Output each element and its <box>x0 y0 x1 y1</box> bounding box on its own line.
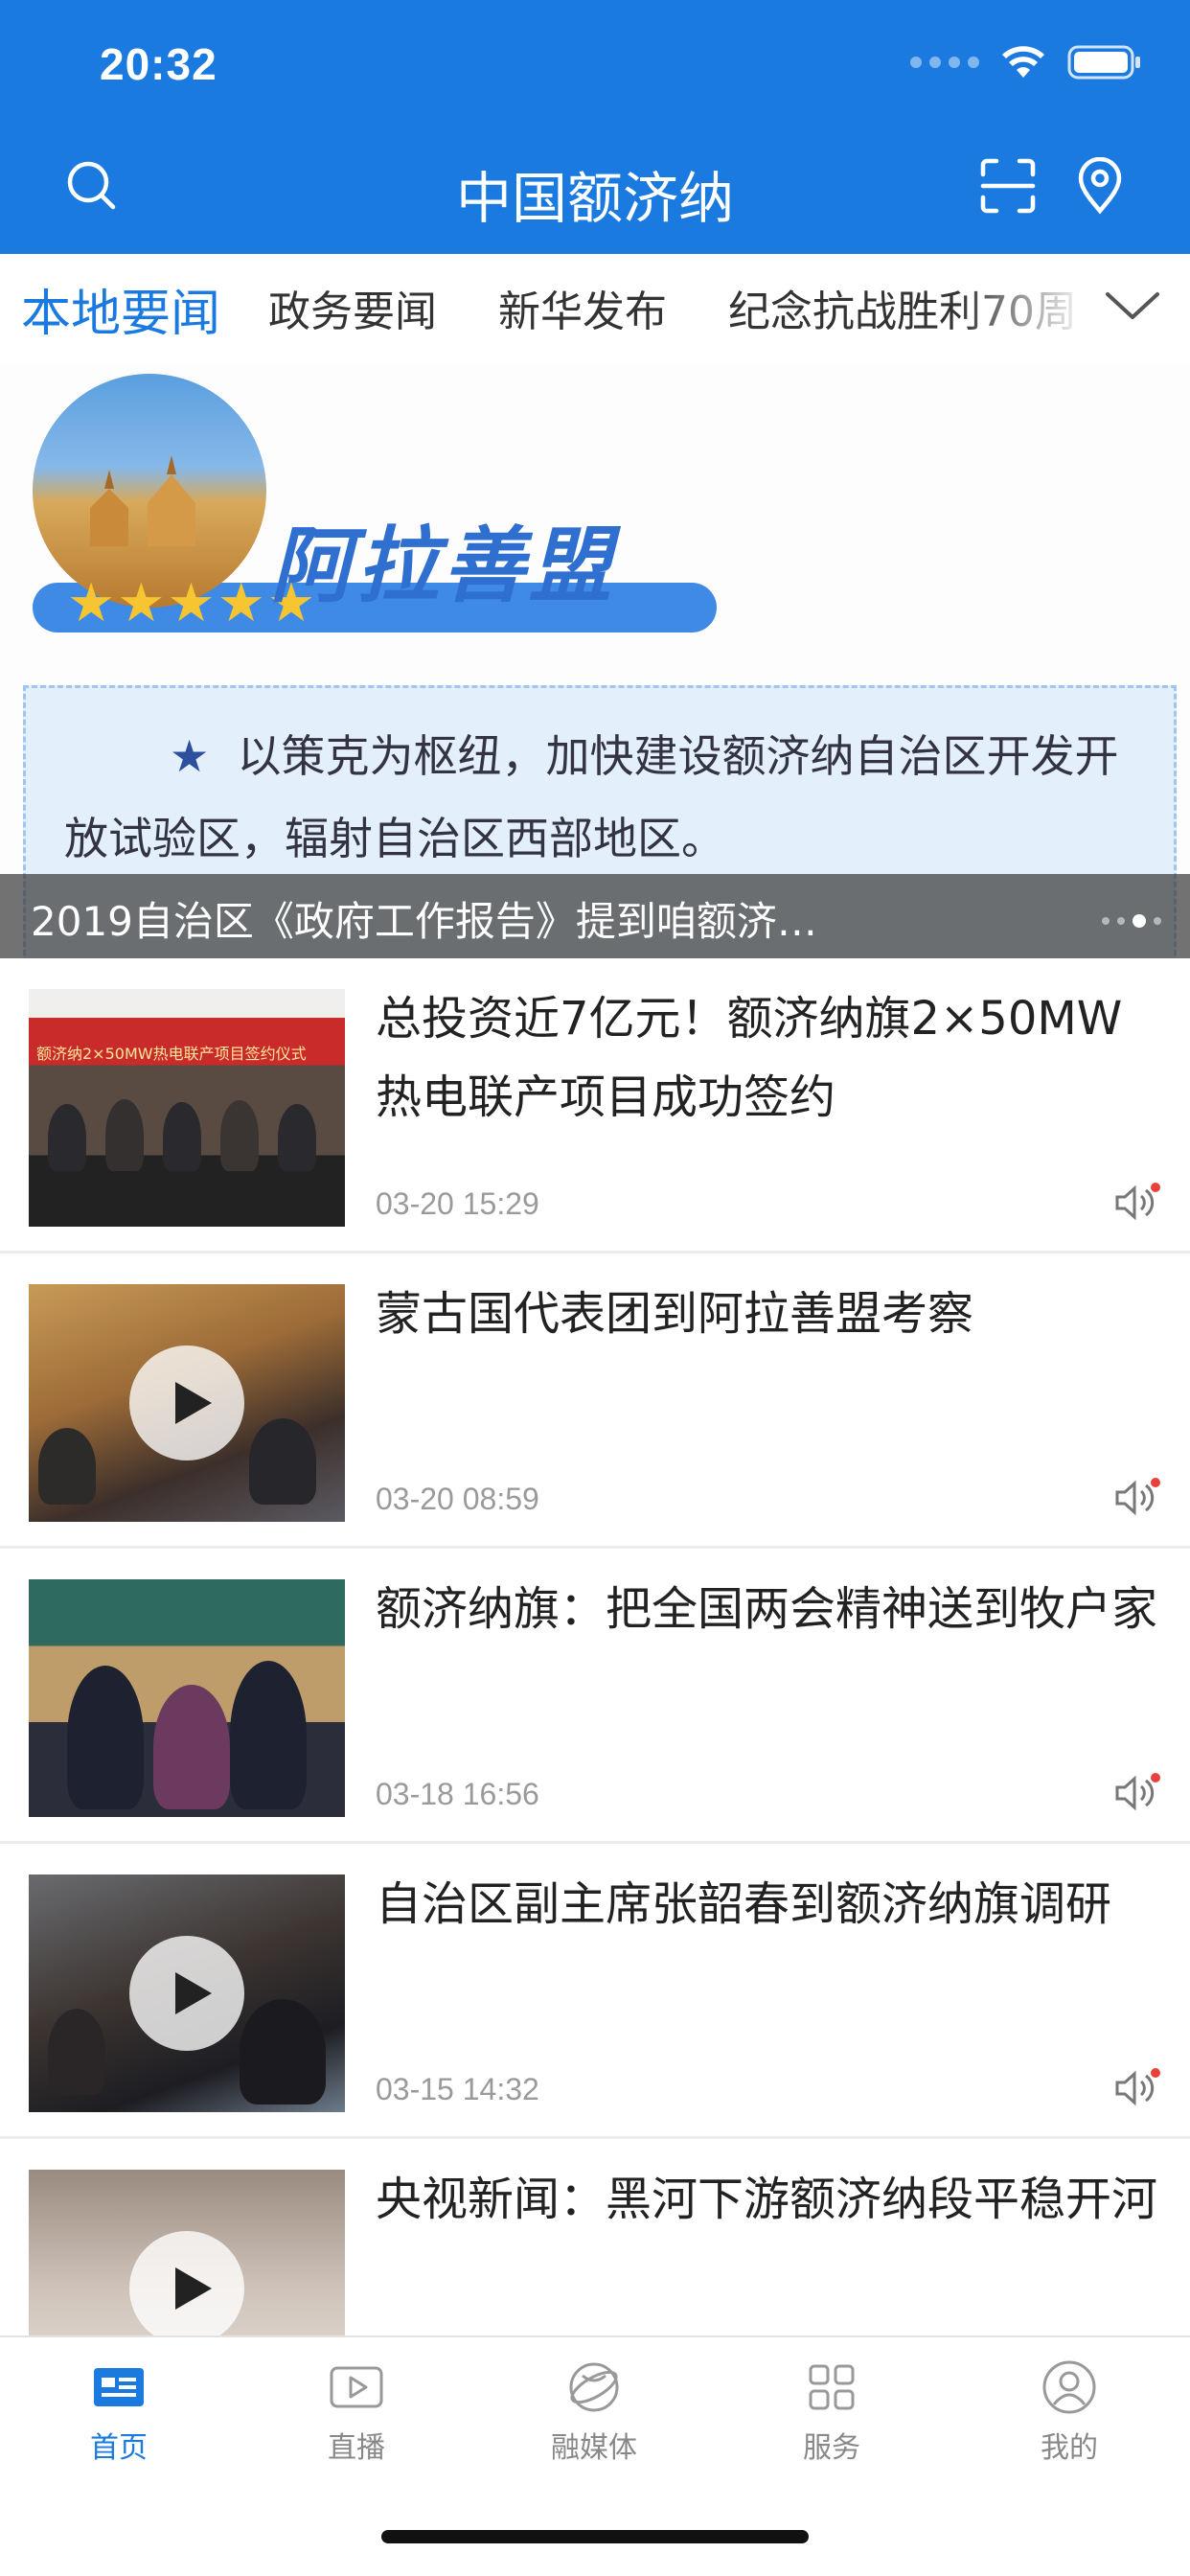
banner-quote-body: 以策克为枢纽，加快建设额济纳自治区开发开放试验区，辐射自治区西部地区。 <box>64 730 1119 864</box>
tabs-fade <box>958 254 1121 364</box>
location-pin-icon[interactable] <box>1071 156 1129 215</box>
speaker-icon[interactable] <box>1113 1771 1161 1815</box>
tabbar-label: 服务 <box>803 2431 860 2465</box>
carousel-indicator <box>1102 914 1161 928</box>
news-title: 央视新闻：黑河下游额济纳段平稳开河 <box>376 2173 1158 2226</box>
news-item[interactable]: 蒙古国代表团到阿拉善盟考察 03-20 08:59 <box>0 1254 1190 1549</box>
live-play-icon <box>330 2366 383 2408</box>
carousel-dot <box>1154 917 1161 925</box>
news-thumbnail <box>29 1874 345 2112</box>
play-icon[interactable] <box>129 2231 244 2346</box>
home-indicator[interactable] <box>381 2530 809 2543</box>
category-tabs: 本地要闻 政务要闻 新华发布 纪念抗战胜利70周 <box>0 254 1190 364</box>
news-item[interactable]: 额济纳2×50MW热电联产项目签约仪式 总投资近7亿元！额济纳旗2×50MW热电… <box>0 958 1190 1254</box>
play-icon[interactable] <box>129 1936 244 2051</box>
news-time: 03-15 14:32 <box>376 2072 539 2106</box>
news-item[interactable]: 额济纳旗：把全国两会精神送到牧户家 03-18 16:56 <box>0 1549 1190 1844</box>
scan-icon[interactable] <box>979 157 1037 215</box>
tabbar-label: 直播 <box>328 2431 385 2465</box>
search-icon[interactable] <box>63 157 121 215</box>
tabbar-label: 我的 <box>1041 2431 1098 2465</box>
banner-quote-text: ★ 以策克为枢纽，加快建设额济纳自治区开发开放试验区，辐射自治区西部地区。 <box>64 715 1156 880</box>
news-thumbnail <box>29 1284 345 1522</box>
news-time: 03-20 15:29 <box>376 1186 539 1221</box>
news-title: 总投资近7亿元！额济纳旗2×50MW热电联产项目成功签约 <box>376 992 1123 1124</box>
speaker-icon[interactable] <box>1113 2066 1161 2110</box>
news-title: 额济纳旗：把全国两会精神送到牧户家 <box>376 1582 1158 1636</box>
carousel-dot <box>1102 917 1110 925</box>
thumbnail-caption: 额济纳2×50MW热电联产项目签约仪式 <box>36 1045 307 1063</box>
news-thumbnail: 额济纳2×50MW热电联产项目签约仪式 <box>29 989 345 1227</box>
temple-icon <box>90 455 195 546</box>
news-time: 03-20 08:59 <box>376 1482 539 1516</box>
tabbar-label: 融媒体 <box>551 2431 637 2465</box>
media-globe-icon <box>569 2362 619 2412</box>
tabbar-item-live[interactable]: 直播 <box>238 2357 475 2466</box>
tab-local-news[interactable]: 本地要闻 <box>21 273 220 345</box>
tabbar-label: 首页 <box>90 2431 148 2465</box>
carousel-dot-active <box>1133 914 1146 928</box>
news-title: 自治区副主席张韶春到额济纳旗调研 <box>376 1877 1112 1931</box>
wifi-icon <box>1000 45 1046 80</box>
speaker-icon[interactable] <box>1113 1476 1161 1520</box>
news-time: 03-18 16:56 <box>376 1777 539 1811</box>
tabbar-item-home[interactable]: 首页 <box>0 2357 238 2466</box>
tabbar-item-services[interactable]: 服务 <box>713 2357 950 2466</box>
banner-brand-text: 阿拉善盟 <box>270 518 615 614</box>
app-header: 20:32 中国额济纳 <box>0 0 1190 254</box>
tabbar-item-profile[interactable]: 我的 <box>950 2357 1188 2466</box>
carousel-dot <box>1117 917 1125 925</box>
banner-caption[interactable]: 2019自治区《政府工作报告》提到咱额济… <box>31 889 817 948</box>
home-news-icon <box>94 2368 144 2406</box>
news-thumbnail <box>29 1579 345 1817</box>
status-time: 20:32 <box>100 39 217 89</box>
profile-icon <box>1042 2360 1096 2414</box>
grid-services-icon <box>809 2364 855 2410</box>
battery-icon <box>1067 44 1142 80</box>
tab-xinhua-release[interactable]: 新华发布 <box>498 277 667 338</box>
news-item[interactable]: 自治区副主席张韶春到额济纳旗调研 03-15 14:32 <box>0 1844 1190 2139</box>
play-icon[interactable] <box>129 1346 244 1460</box>
speaker-icon[interactable] <box>1113 1181 1161 1225</box>
cellular-signal-icon <box>910 57 979 68</box>
tab-government-news[interactable]: 政务要闻 <box>268 277 437 338</box>
status-indicators <box>910 44 1142 80</box>
tabbar-item-media[interactable]: 融媒体 <box>475 2357 713 2466</box>
news-title: 蒙古国代表团到阿拉善盟考察 <box>376 1287 974 1341</box>
banner-carousel[interactable]: ★★★★★ 阿拉善盟 ★ 以策克为枢纽，加快建设额济纳自治区开发开放试验区，辐射… <box>0 364 1190 958</box>
chevron-down-icon[interactable] <box>1102 281 1163 331</box>
banner-star-mark: ★ <box>170 730 210 782</box>
